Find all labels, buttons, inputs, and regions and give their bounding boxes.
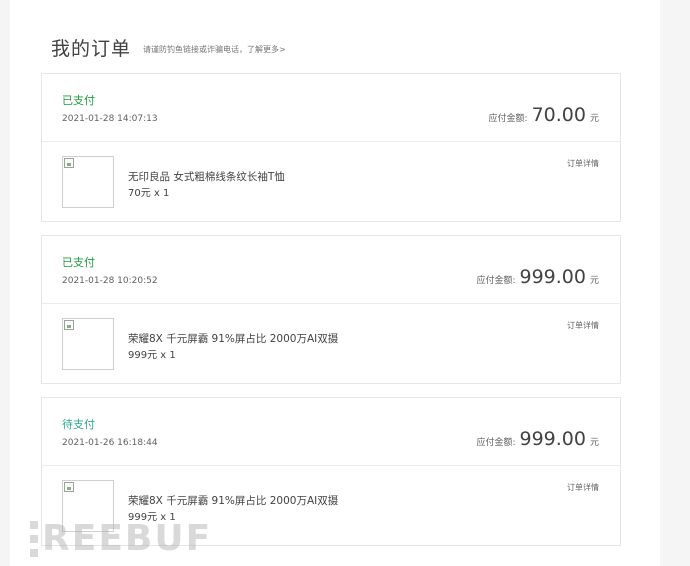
- page-title: 我的订单: [51, 38, 132, 60]
- broken-image-icon: [64, 158, 74, 168]
- broken-image-icon: [64, 482, 74, 492]
- product-price: 70元 x 1: [128, 188, 170, 199]
- order-amount: 应付金额: 70.00 元: [489, 104, 599, 126]
- order-time: 2021-01-28 10:20:52: [62, 276, 158, 286]
- amount-label: 应付金额:: [488, 114, 528, 124]
- amount-value: 999.00: [519, 428, 586, 450]
- order-time: 2021-01-26 16:18:44: [62, 438, 158, 448]
- order-status: 已支付: [62, 94, 95, 107]
- order-status: 已支付: [62, 256, 95, 269]
- watermark: REEBUF: [30, 518, 212, 559]
- page-header: 我的订单 请谨防钓鱼链接或诈骗电话，了解更多>: [51, 34, 286, 61]
- order-card: 已支付 2021-01-28 10:20:52 应付金额: 999.00 元 荣…: [41, 235, 621, 384]
- product-thumbnail[interactable]: [62, 318, 114, 370]
- order-item: 无印良品 女式粗棉线条纹长袖T恤 70元 x 1 订单详情: [42, 142, 620, 221]
- order-time: 2021-01-28 14:07:13: [62, 114, 158, 124]
- order-header: 待支付 2021-01-26 16:18:44 应付金额: 999.00 元: [42, 398, 620, 466]
- product-price: 999元 x 1: [128, 350, 176, 361]
- watermark-logo-icon: [30, 520, 38, 557]
- order-item: 荣耀8X 千元屏霸 91%屏占比 2000万AI双摄 999元 x 1 订单详情: [42, 304, 620, 383]
- amount-unit: 元: [589, 438, 599, 448]
- product-name[interactable]: 无印良品 女式粗棉线条纹长袖T恤: [128, 169, 285, 184]
- broken-image-icon: [64, 320, 74, 330]
- order-amount: 应付金额: 999.00 元: [476, 266, 599, 288]
- order-card: 已支付 2021-01-28 14:07:13 应付金额: 70.00 元 无印…: [41, 73, 621, 222]
- order-header: 已支付 2021-01-28 10:20:52 应付金额: 999.00 元: [42, 236, 620, 304]
- watermark-text: REEBUF: [42, 518, 213, 559]
- order-header: 已支付 2021-01-28 14:07:13 应付金额: 70.00 元: [42, 74, 620, 142]
- amount-unit: 元: [589, 276, 599, 286]
- amount-value: 999.00: [519, 266, 586, 288]
- product-thumbnail[interactable]: [62, 156, 114, 208]
- amount-label: 应付金额:: [476, 276, 516, 286]
- amount-value: 70.00: [531, 104, 586, 126]
- order-detail-link[interactable]: 订单详情: [567, 158, 599, 169]
- product-name[interactable]: 荣耀8X 千元屏霸 91%屏占比 2000万AI双摄: [128, 331, 338, 346]
- anti-fraud-notice-link[interactable]: 请谨防钓鱼链接或诈骗电话，了解更多>: [143, 44, 286, 55]
- amount-unit: 元: [589, 114, 599, 124]
- amount-label: 应付金额:: [476, 438, 516, 448]
- order-detail-link[interactable]: 订单详情: [567, 482, 599, 493]
- order-amount: 应付金额: 999.00 元: [476, 428, 599, 450]
- order-status: 待支付: [62, 418, 95, 431]
- product-name[interactable]: 荣耀8X 千元屏霸 91%屏占比 2000万AI双摄: [128, 493, 338, 508]
- order-detail-link[interactable]: 订单详情: [567, 320, 599, 331]
